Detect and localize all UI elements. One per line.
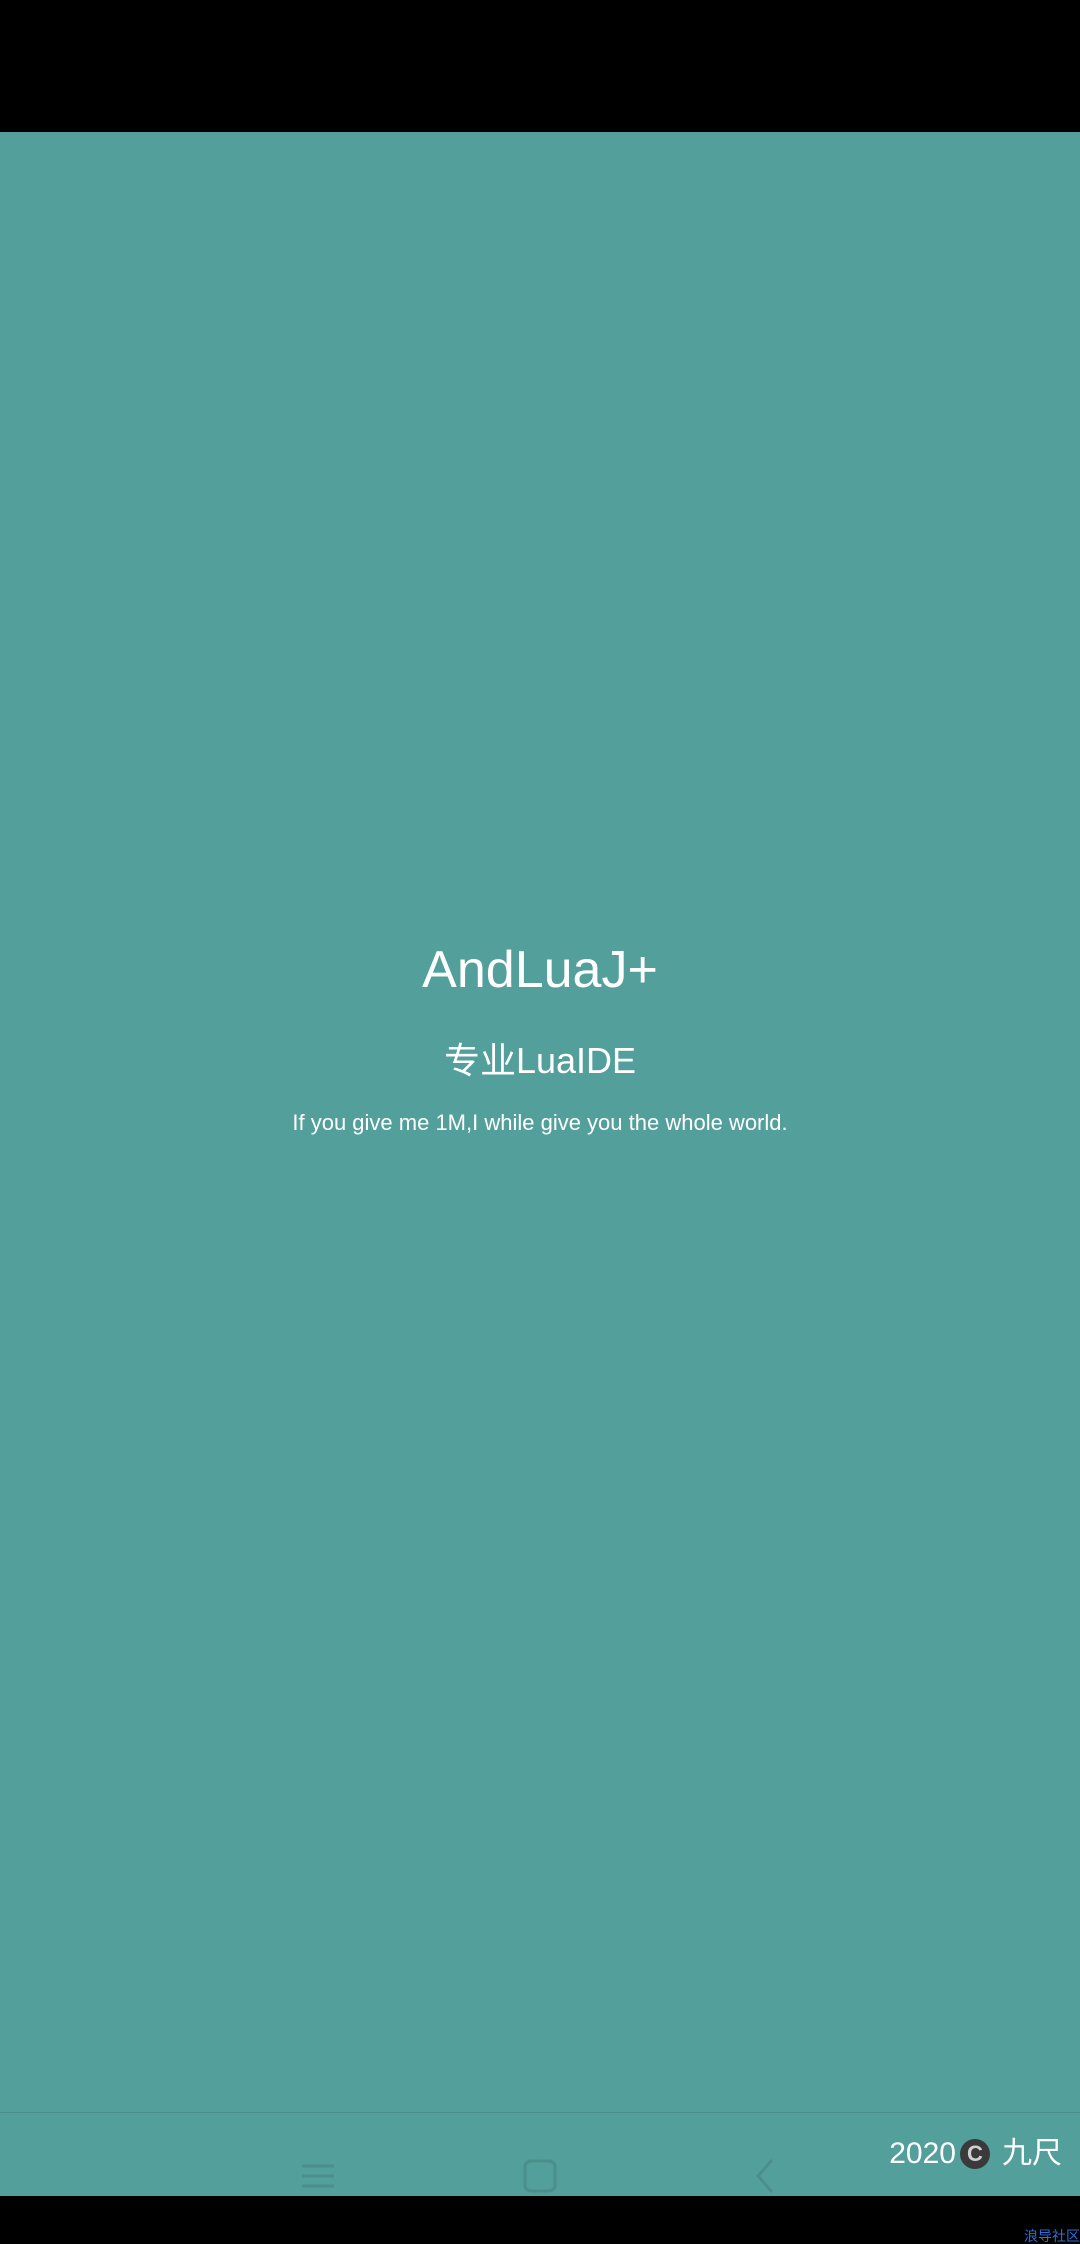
splash-screen [0, 132, 1080, 2196]
copyright-author: 九尺 [1002, 2137, 1062, 2170]
copyright-year: 2020 [889, 2137, 956, 2170]
back-chevron-icon[interactable] [746, 2156, 786, 2196]
copyright-icon: C [960, 2139, 990, 2169]
status-bar [0, 0, 1080, 132]
copyright-notice: 2020 C 九尺 [889, 2134, 1062, 2174]
app-title: AndLuaJ+ [422, 941, 658, 999]
nav-divider [0, 2112, 1080, 2113]
app-tagline: If you give me 1M,I while give you the w… [292, 1110, 788, 1135]
menu-icon[interactable] [298, 2156, 338, 2196]
home-square-icon[interactable] [520, 2156, 560, 2196]
app-subtitle: 专业LuaIDE [443, 1040, 637, 1081]
watermark: 浪导社区 [1024, 2228, 1080, 2244]
bottom-bar [0, 2196, 1080, 2244]
